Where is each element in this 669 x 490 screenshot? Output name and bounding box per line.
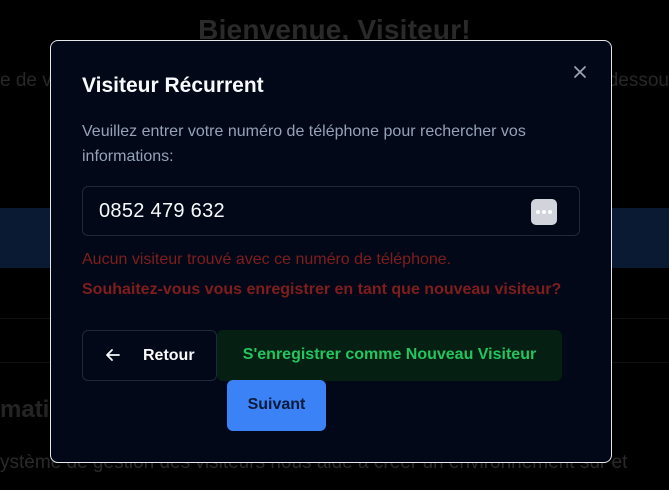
error-message-not-found: Aucun visiteur trouvé avec ce numéro de … (82, 251, 452, 268)
back-button[interactable]: Retour (82, 330, 217, 381)
dialog-description: Veuillez entrer votre numéro de téléphon… (82, 123, 526, 165)
next-button[interactable]: Suivant (227, 380, 326, 431)
close-icon[interactable] (571, 63, 589, 81)
phone-number-value: 0852 479 632 (99, 200, 225, 222)
next-button-label: Suivant (247, 396, 306, 413)
arrow-left-icon (105, 345, 121, 365)
background-intro-text-right: dessou (607, 70, 669, 91)
register-button-label: S'enregistrer comme Nouveau Visiteur (242, 346, 537, 363)
error-message-register-prompt: Souhaitez-vous vous enregistrer en tant … (82, 281, 562, 298)
dialog-title: Visiteur Récurrent (82, 74, 264, 97)
back-button-label: Retour (143, 347, 195, 364)
phone-number-input[interactable]: 0852 479 632 (82, 186, 580, 236)
returning-visitor-dialog: Visiteur Récurrent Veuillez entrer votre… (50, 40, 612, 463)
register-new-visitor-button[interactable]: S'enregistrer comme Nouveau Visiteur (217, 330, 562, 381)
password-manager-icon[interactable] (531, 199, 557, 225)
background-intro-text-left: e de v (0, 70, 52, 91)
